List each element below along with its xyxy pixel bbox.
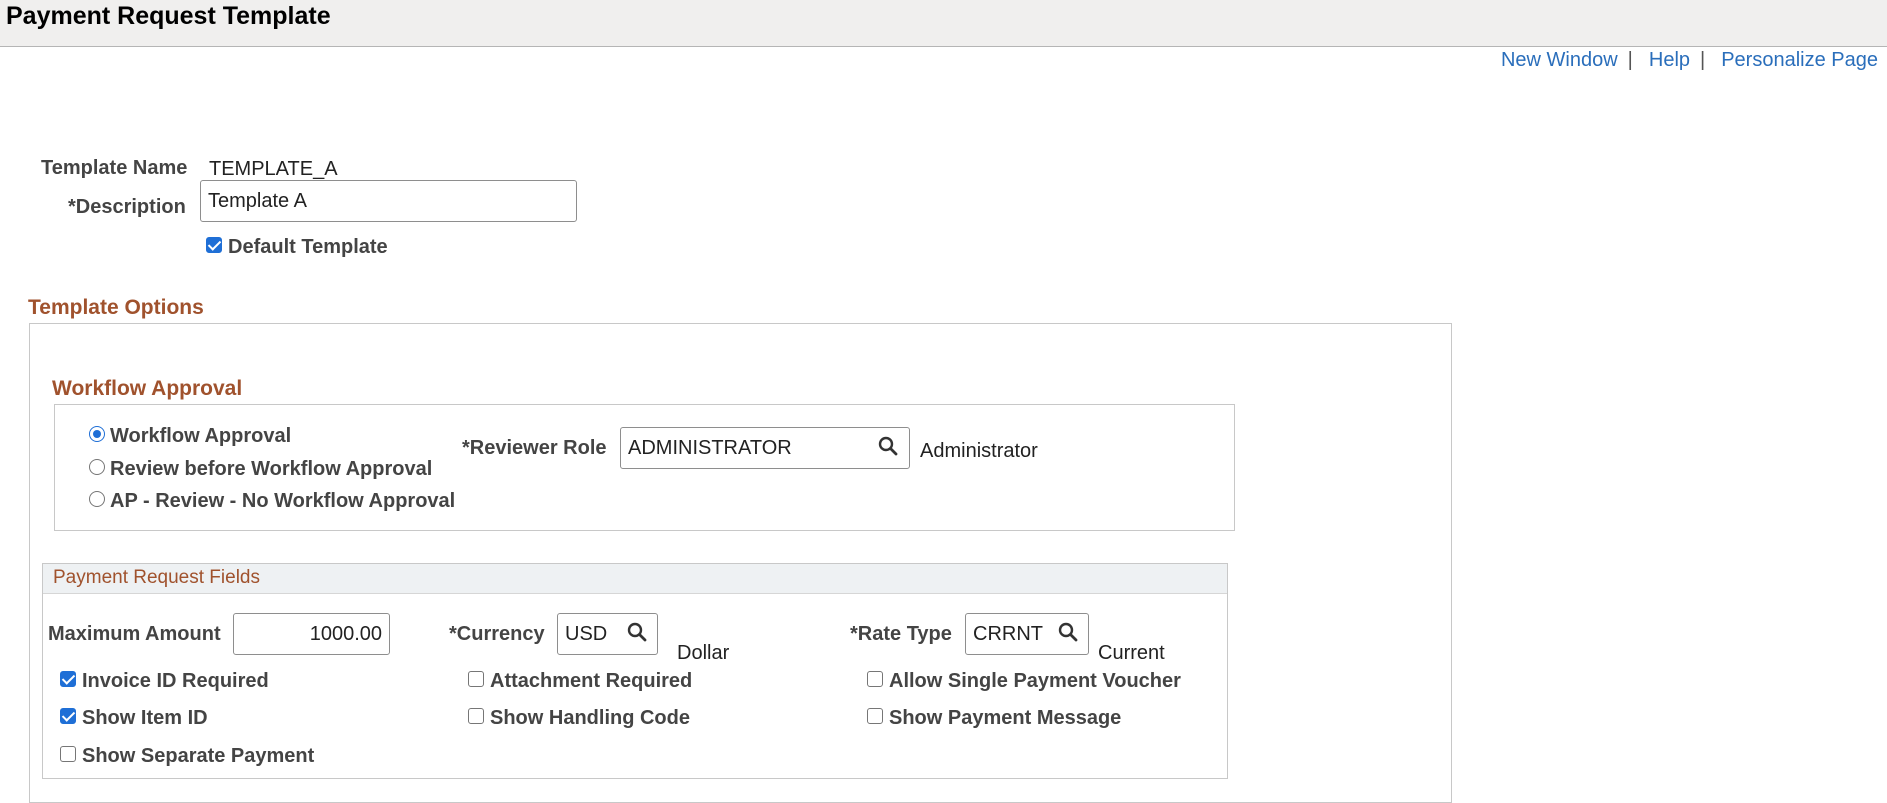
description-input[interactable]: Template A	[200, 180, 577, 222]
reviewer-role-input[interactable]: ADMINISTRATOR	[620, 427, 910, 469]
description-input-value: Template A	[208, 189, 307, 212]
show-separate-payment-label: Show Separate Payment	[82, 745, 315, 767]
page-links: New Window | Help | Personalize Page	[1501, 49, 1878, 72]
template-options-title: Template Options	[28, 296, 204, 319]
payment-request-fields-header: Payment Request Fields	[43, 564, 1227, 594]
template-name-label: Template Name	[41, 157, 188, 179]
currency-label: *Currency	[449, 623, 545, 645]
maximum-amount-value: 1000.00	[309, 622, 382, 645]
review-before-workflow-radio-label: Review before Workflow Approval	[110, 458, 433, 480]
personalize-page-link[interactable]: Personalize Page	[1721, 49, 1878, 71]
currency-value: USD	[565, 622, 608, 645]
workflow-approval-radio[interactable]	[89, 426, 105, 442]
show-separate-payment-checkbox[interactable]	[60, 746, 76, 762]
new-window-link[interactable]: New Window	[1501, 49, 1618, 71]
link-separator: |	[1627, 49, 1633, 71]
invoice-id-required-label: Invoice ID Required	[82, 670, 269, 692]
maximum-amount-input[interactable]: 1000.00	[233, 613, 390, 655]
link-separator: |	[1700, 49, 1706, 71]
default-template-checkbox[interactable]	[206, 237, 222, 253]
reviewer-role-description: Administrator	[920, 440, 1038, 462]
show-handling-code-checkbox[interactable]	[468, 708, 484, 724]
payment-request-fields-title: Payment Request Fields	[53, 567, 260, 588]
workflow-approval-title: Workflow Approval	[52, 377, 243, 400]
attachment-required-label: Attachment Required	[490, 670, 693, 692]
template-name-value: TEMPLATE_A	[209, 158, 338, 180]
description-label: *Description	[68, 196, 186, 218]
page-header: Payment Request Template	[0, 0, 1887, 47]
show-item-id-checkbox[interactable]	[60, 708, 76, 724]
ap-review-no-workflow-radio-label: AP - Review - No Workflow Approval	[110, 490, 456, 512]
review-before-workflow-radio[interactable]	[89, 459, 105, 475]
allow-single-payment-voucher-label: Allow Single Payment Voucher	[889, 670, 1181, 692]
help-link[interactable]: Help	[1649, 49, 1690, 71]
show-item-id-label: Show Item ID	[82, 707, 208, 729]
reviewer-role-label: *Reviewer Role	[462, 437, 607, 459]
rate-type-label: *Rate Type	[850, 623, 952, 645]
rate-type-value: CRRNT	[973, 622, 1043, 645]
invoice-id-required-checkbox[interactable]	[60, 671, 76, 687]
show-payment-message-label: Show Payment Message	[889, 707, 1122, 729]
search-icon[interactable]	[1058, 622, 1078, 642]
default-template-label: Default Template	[228, 236, 388, 258]
workflow-approval-radio-label: Workflow Approval	[110, 425, 292, 447]
attachment-required-checkbox[interactable]	[468, 671, 484, 687]
search-icon[interactable]	[627, 622, 647, 642]
maximum-amount-label: Maximum Amount	[48, 623, 221, 645]
show-payment-message-checkbox[interactable]	[867, 708, 883, 724]
ap-review-no-workflow-radio[interactable]	[89, 491, 105, 507]
rate-type-description: Current	[1098, 642, 1165, 664]
show-handling-code-label: Show Handling Code	[490, 707, 690, 729]
reviewer-role-value: ADMINISTRATOR	[628, 436, 792, 459]
page-title: Payment Request Template	[6, 2, 331, 30]
allow-single-payment-voucher-checkbox[interactable]	[867, 671, 883, 687]
search-icon[interactable]	[878, 436, 898, 456]
currency-description: Dollar	[677, 642, 730, 664]
